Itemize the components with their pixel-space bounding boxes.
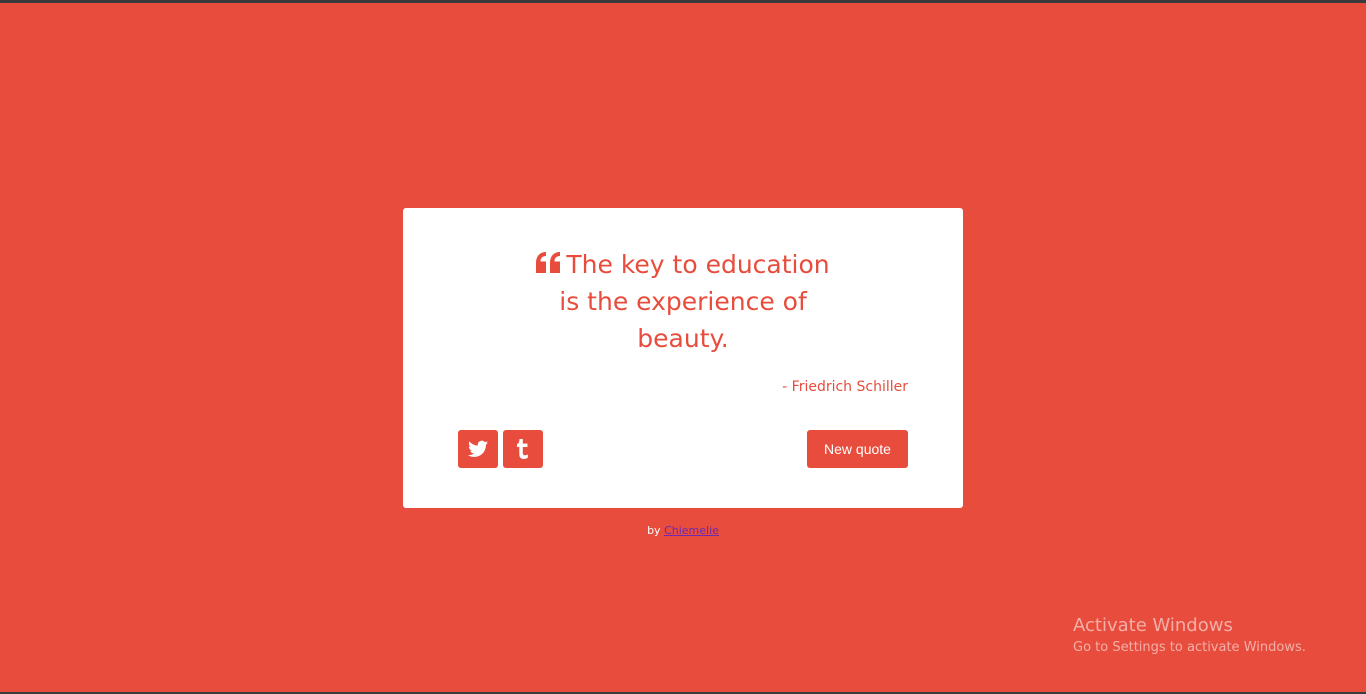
footer-prefix: by bbox=[647, 524, 661, 537]
twitter-icon bbox=[468, 440, 488, 457]
tumblr-button[interactable] bbox=[503, 430, 543, 468]
author-link[interactable]: Chiemelie bbox=[664, 524, 719, 537]
window-top-border bbox=[0, 0, 1366, 3]
quote-block: The key to education is the experience o… bbox=[403, 246, 963, 357]
quote-author: - Friedrich Schiller bbox=[782, 379, 908, 395]
quote-left-icon bbox=[536, 252, 561, 273]
watermark-subtitle: Go to Settings to activate Windows. bbox=[1073, 640, 1306, 655]
tweet-button[interactable] bbox=[458, 430, 498, 468]
activate-windows-watermark: Activate Windows Go to Settings to activ… bbox=[1073, 615, 1306, 659]
watermark-title: Activate Windows bbox=[1073, 615, 1233, 636]
quote-text: The key to education is the experience o… bbox=[559, 250, 830, 353]
quote-card: The key to education is the experience o… bbox=[403, 208, 963, 508]
tumblr-icon bbox=[517, 439, 528, 459]
footer-credit: by Chiemelie bbox=[0, 524, 1366, 537]
new-quote-button[interactable]: New quote bbox=[807, 430, 908, 468]
